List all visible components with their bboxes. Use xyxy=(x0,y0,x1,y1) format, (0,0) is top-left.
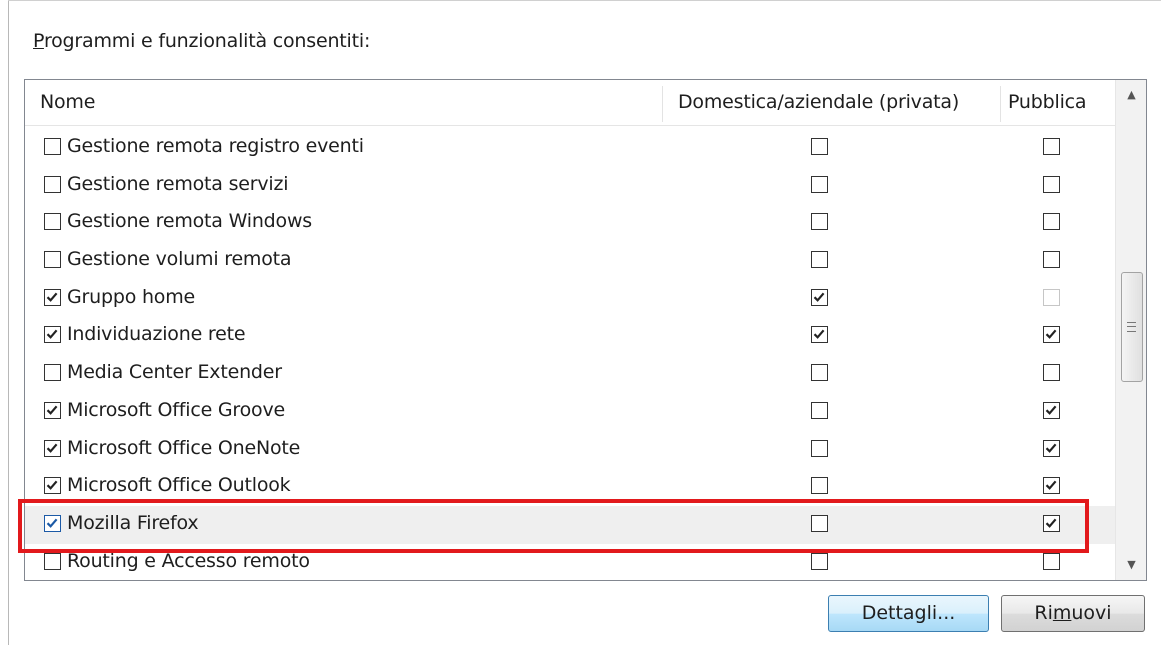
column-header-home[interactable]: Domestica/aziendale (privata) xyxy=(678,80,959,125)
enable-checkbox[interactable] xyxy=(44,213,61,231)
table-row[interactable]: Media Center Extender xyxy=(25,355,1115,393)
program-name: Gestione remota registro eventi xyxy=(67,135,364,157)
home-network-checkbox[interactable] xyxy=(811,514,828,532)
public-network-checkbox[interactable] xyxy=(1043,138,1060,155)
program-name: Gruppo home xyxy=(67,285,196,308)
checkmark-icon xyxy=(1045,518,1057,528)
table-row[interactable]: Routing e Accesso remoto xyxy=(25,544,1115,580)
table-row[interactable]: Gruppo home xyxy=(25,280,1115,318)
enable-checkbox[interactable] xyxy=(44,477,61,495)
home-network-checkbox[interactable] xyxy=(811,552,828,570)
table-row[interactable]: Gestione remota Windows xyxy=(25,204,1115,242)
enable-checkbox[interactable] xyxy=(44,364,61,382)
home-network-checkbox[interactable] xyxy=(811,477,828,495)
remove-label-post: uovi xyxy=(1071,602,1112,624)
allowed-programs-label: Programmi e funzionalità consentiti: xyxy=(33,30,370,52)
checkmark-icon xyxy=(46,518,58,528)
table-row[interactable]: Gestione remota servizi xyxy=(25,167,1115,205)
program-name: Microsoft Office Outlook xyxy=(67,474,291,497)
enable-checkbox[interactable] xyxy=(44,288,61,306)
scroll-down-arrow-icon[interactable]: ▼ xyxy=(1116,550,1146,580)
window-frame-top xyxy=(8,0,1161,1)
checkmark-icon xyxy=(46,443,58,453)
enable-checkbox[interactable] xyxy=(44,401,61,419)
allowed-programs-list[interactable]: Nome Domestica/aziendale (privata) Pubbl… xyxy=(24,79,1147,581)
checkmark-icon xyxy=(1045,330,1057,340)
enable-checkbox[interactable] xyxy=(44,251,61,269)
program-name: Gestione remota Windows xyxy=(67,210,312,233)
program-name: Mozilla Firefox xyxy=(67,511,199,534)
checkmark-icon xyxy=(1045,405,1057,415)
remove-label-pre: Ri xyxy=(1034,602,1053,624)
public-network-checkbox[interactable] xyxy=(1043,326,1060,344)
remove-button[interactable]: Rimuovi xyxy=(1001,595,1145,632)
program-name: Gestione volumi remota xyxy=(67,248,292,271)
column-header-public[interactable]: Pubblica xyxy=(1008,80,1087,125)
scroll-thumb[interactable] xyxy=(1121,272,1143,382)
remove-label-accel: m xyxy=(1052,602,1072,624)
public-network-checkbox[interactable] xyxy=(1043,175,1060,193)
checkmark-icon xyxy=(46,292,58,302)
home-network-checkbox[interactable] xyxy=(811,326,828,344)
window-frame-left xyxy=(8,0,9,645)
enable-checkbox[interactable] xyxy=(44,138,61,155)
enable-checkbox[interactable] xyxy=(44,439,61,457)
column-header-name[interactable]: Nome xyxy=(40,80,95,125)
list-header: Nome Domestica/aziendale (privata) Pubbl… xyxy=(25,80,1115,126)
vertical-scrollbar[interactable]: ▲ ▼ xyxy=(1115,80,1146,580)
column-separator[interactable] xyxy=(1000,86,1001,122)
program-name: Individuazione rete xyxy=(67,323,246,346)
home-network-checkbox[interactable] xyxy=(811,401,828,419)
table-row[interactable]: Gestione remota registro eventi xyxy=(25,129,1115,167)
table-row[interactable]: Microsoft Office OneNote xyxy=(25,431,1115,469)
public-network-checkbox[interactable] xyxy=(1043,477,1060,495)
checkmark-icon xyxy=(1045,480,1057,491)
home-network-checkbox[interactable] xyxy=(811,364,828,382)
checkmark-icon xyxy=(46,480,58,491)
label-accelerator: P xyxy=(33,30,44,52)
public-network-checkbox[interactable] xyxy=(1043,213,1060,231)
checkmark-icon xyxy=(46,330,58,340)
enable-checkbox[interactable] xyxy=(44,514,61,532)
table-row[interactable]: Microsoft Office Groove xyxy=(25,393,1115,431)
public-network-checkbox[interactable] xyxy=(1043,514,1060,532)
home-network-checkbox[interactable] xyxy=(811,439,828,457)
details-button[interactable]: Dettagli... xyxy=(828,595,989,632)
program-name: Gestione remota servizi xyxy=(67,172,289,195)
enable-checkbox[interactable] xyxy=(44,175,61,193)
home-network-checkbox[interactable] xyxy=(811,175,828,193)
home-network-checkbox[interactable] xyxy=(811,288,828,306)
home-network-checkbox[interactable] xyxy=(811,213,828,231)
public-network-checkbox[interactable] xyxy=(1043,401,1060,419)
checkmark-icon xyxy=(813,330,825,340)
enable-checkbox[interactable] xyxy=(44,552,61,570)
program-name: Routing e Accesso remoto xyxy=(67,549,310,572)
grip-icon xyxy=(1127,322,1136,332)
program-name: Microsoft Office Groove xyxy=(67,398,285,421)
table-row[interactable]: Individuazione rete xyxy=(25,317,1115,355)
scroll-up-arrow-icon[interactable]: ▲ xyxy=(1116,80,1146,110)
enable-checkbox[interactable] xyxy=(44,326,61,344)
public-network-checkbox[interactable] xyxy=(1043,364,1060,382)
public-network-checkbox[interactable] xyxy=(1043,439,1060,457)
home-network-checkbox[interactable] xyxy=(811,251,828,269)
table-row[interactable]: Mozilla Firefox xyxy=(25,505,1115,544)
public-network-checkbox[interactable] xyxy=(1043,251,1060,269)
table-row[interactable]: Microsoft Office Outlook xyxy=(25,468,1115,506)
program-name: Media Center Extender xyxy=(67,361,282,384)
list-rows: Gestione remota registro eventi Gestione … xyxy=(25,129,1115,580)
public-network-checkbox[interactable] xyxy=(1043,552,1060,570)
public-network-checkbox[interactable] xyxy=(1043,288,1060,306)
table-row[interactable]: Gestione volumi remota xyxy=(25,242,1115,280)
program-name: Microsoft Office OneNote xyxy=(67,436,301,459)
checkmark-icon xyxy=(1045,443,1057,453)
home-network-checkbox[interactable] xyxy=(811,138,828,155)
checkmark-icon xyxy=(46,405,58,415)
checkmark-icon xyxy=(813,292,825,302)
label-text: rogrammi e funzionalità consentiti: xyxy=(43,30,371,52)
column-separator[interactable] xyxy=(662,86,663,122)
